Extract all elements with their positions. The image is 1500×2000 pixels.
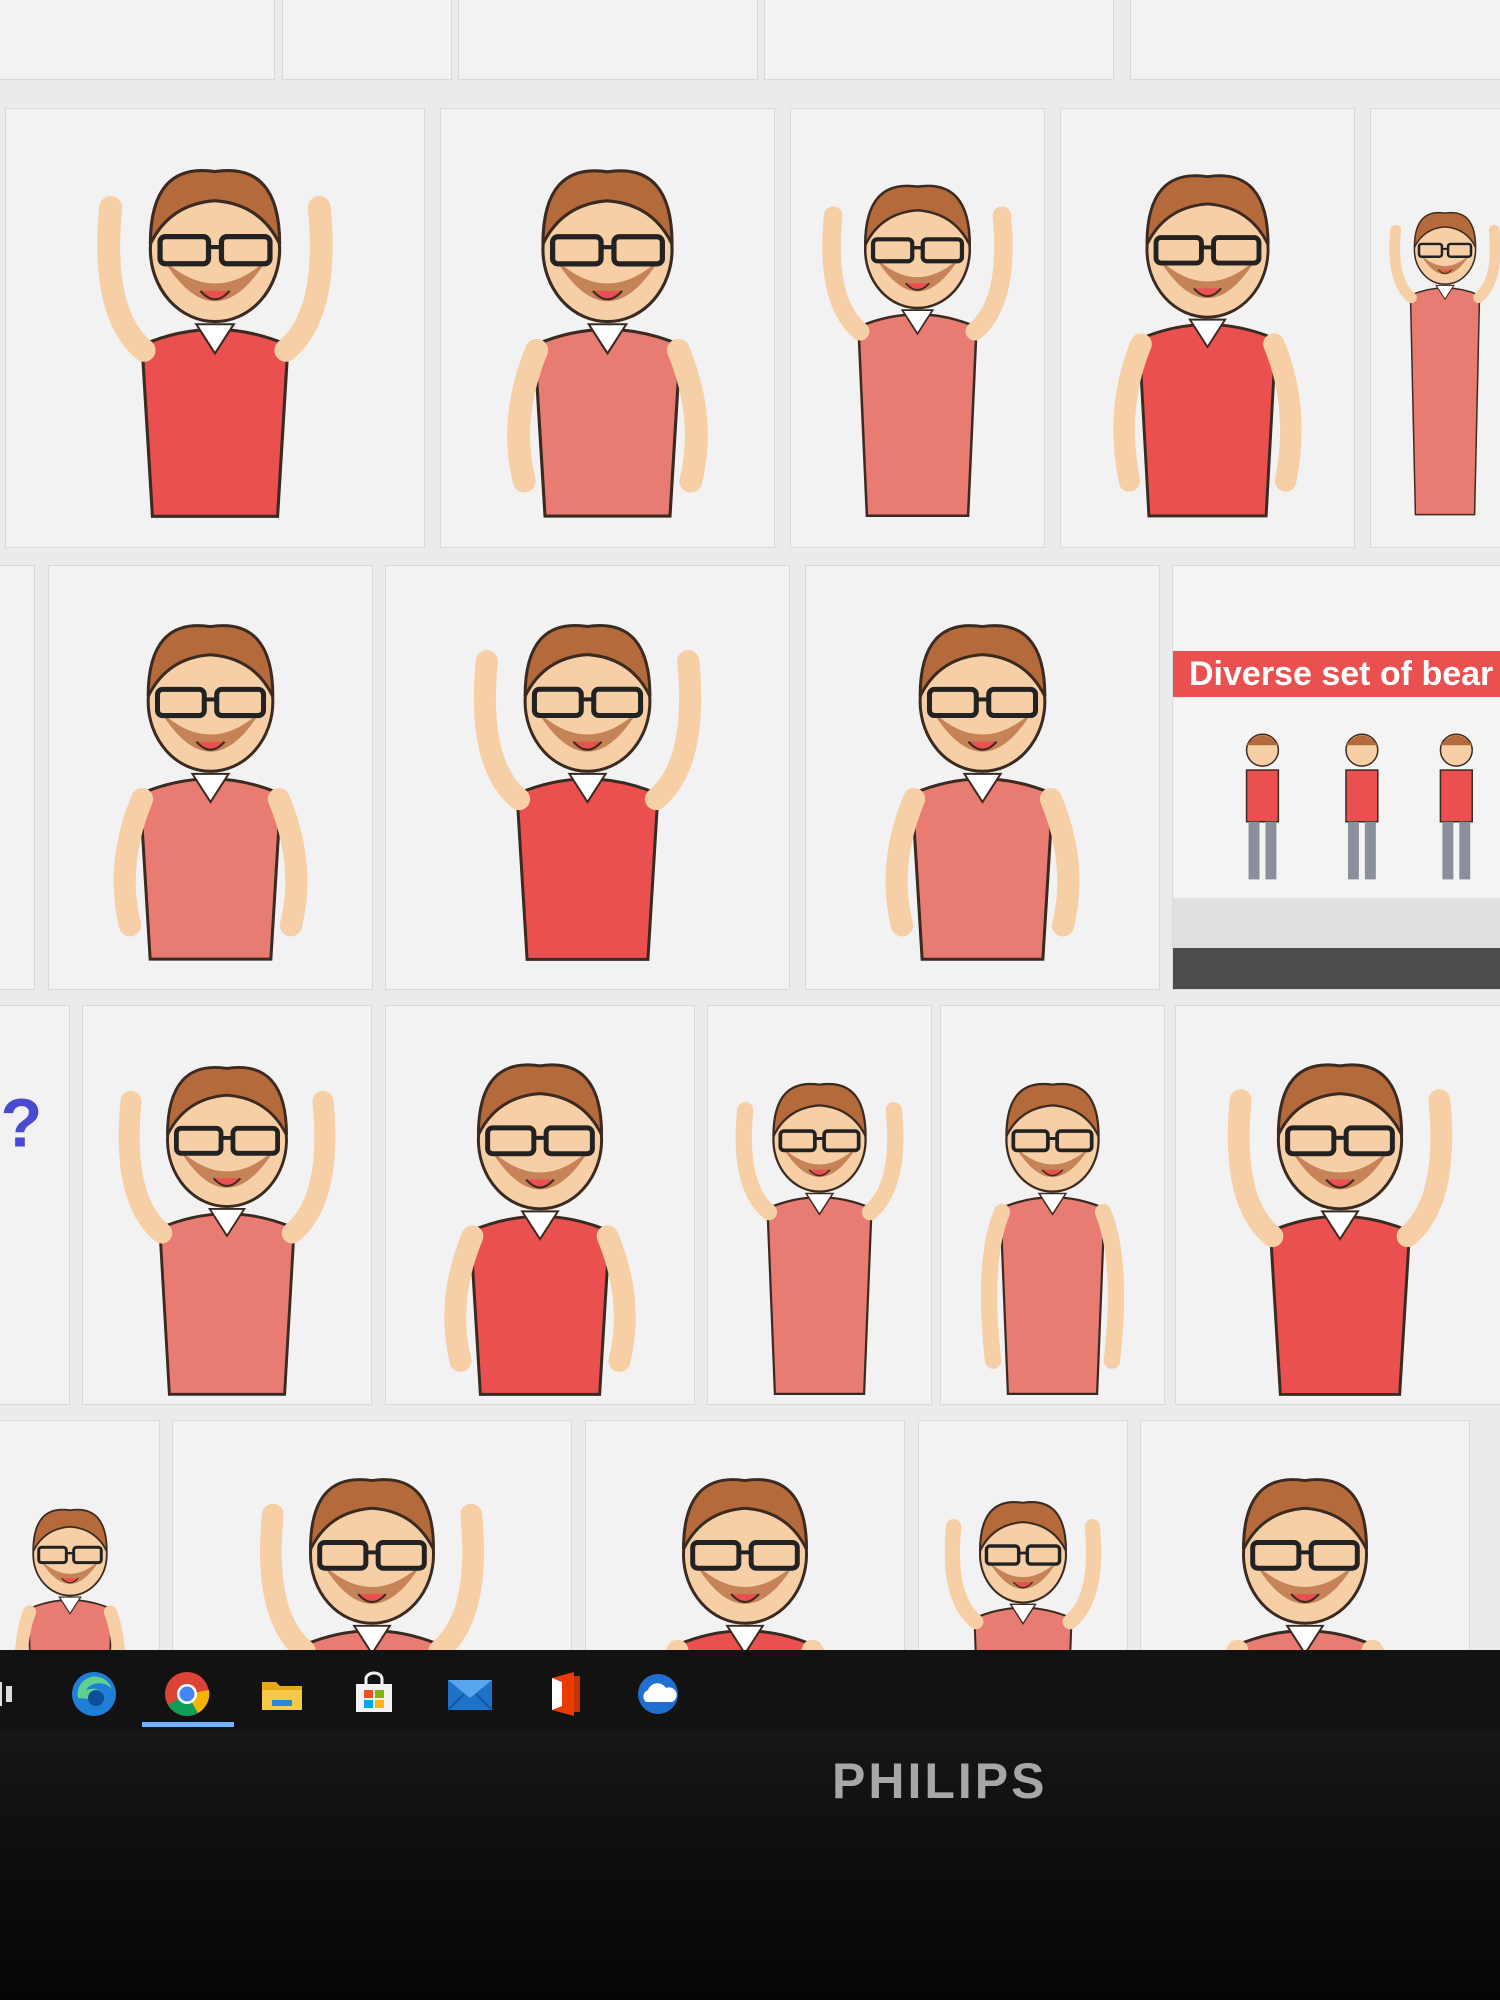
character-illustration: [944, 1501, 1102, 1650]
sticker-running-thumbnail[interactable]: [707, 1005, 932, 1405]
sticker-cheer-thumbnail[interactable]: [1175, 1005, 1500, 1405]
character-illustration: [118, 1066, 336, 1396]
file-explorer-icon[interactable]: [250, 1664, 314, 1724]
sticker-thumbnail[interactable]: [1130, 0, 1500, 80]
character-illustration: [885, 624, 1080, 961]
onedrive-icon[interactable]: [626, 1664, 690, 1724]
character-illustration: [1389, 211, 1500, 516]
character-illustration: [507, 169, 708, 518]
character-illustration: [14, 1508, 126, 1650]
monitor-bezel: [0, 1730, 1500, 2000]
preview-figure: [1345, 733, 1379, 880]
sticker-thumbnail[interactable]: [764, 0, 1114, 80]
sticker-grin-thumbnail[interactable]: [1140, 1420, 1470, 1650]
sticker-smile-thumbnail[interactable]: [585, 1420, 905, 1650]
sticker-thumbnail[interactable]: [458, 0, 758, 80]
task-view-icon[interactable]: [0, 1664, 34, 1724]
chrome-icon[interactable]: [155, 1664, 219, 1724]
sticker-thumbnail[interactable]: [0, 0, 275, 80]
sticker-document-thumbnail[interactable]: [1060, 108, 1355, 548]
store-icon[interactable]: [342, 1664, 406, 1724]
sticker-worried-thumbnail[interactable]: [918, 1420, 1128, 1650]
sticker-question-thumbnail[interactable]: ?: [0, 1005, 70, 1405]
sticker-checkmark-thumbnail[interactable]: [805, 565, 1160, 990]
preview-thumbnail[interactable]: Diverse set of bear: [1172, 565, 1500, 990]
mail-icon[interactable]: [438, 1664, 502, 1724]
character-illustration: [980, 1082, 1125, 1396]
preview-figures: [1245, 733, 1473, 880]
active-app-indicator: [142, 1722, 234, 1727]
sticker-wave-thumbnail[interactable]: [1370, 108, 1500, 548]
preview-figure: [1439, 733, 1473, 880]
taskbar: [0, 1650, 1500, 1730]
sticker-idea-thumbnail[interactable]: [385, 1005, 695, 1405]
sticker-medicine-thumbnail[interactable]: [385, 565, 790, 990]
browser-content: Diverse set of bear ?: [0, 0, 1500, 1650]
character-illustration: [666, 1478, 824, 1650]
character-illustration: [735, 1082, 904, 1396]
sticker-thinking-thumbnail[interactable]: [0, 1420, 160, 1650]
sticker-wink-thumbnail[interactable]: [172, 1420, 572, 1650]
character-illustration: [260, 1478, 484, 1650]
preview-figure: [1245, 733, 1280, 880]
character-illustration: [822, 184, 1013, 517]
sticker-thumbnail[interactable]: [282, 0, 452, 80]
sticker-writing-thumbnail[interactable]: [48, 565, 373, 990]
sticker-pills-thumbnail[interactable]: [5, 108, 425, 548]
character-illustration: [1227, 1063, 1453, 1396]
edge-icon[interactable]: [62, 1664, 126, 1724]
office-icon[interactable]: [532, 1664, 596, 1724]
character-illustration: [1226, 1478, 1384, 1650]
sticker-standing-thumbnail[interactable]: [790, 108, 1045, 548]
svg-text:?: ?: [1, 1084, 43, 1161]
sticker-phone-thumbnail[interactable]: [940, 1005, 1165, 1405]
character-illustration: [113, 624, 308, 961]
character-illustration: [97, 169, 333, 518]
character-illustration: [444, 1063, 636, 1396]
monitor-brand-logo: PHILIPS: [832, 1753, 1048, 1809]
sticker-flex-thumbnail[interactable]: [440, 108, 775, 548]
character-illustration: [1113, 174, 1302, 518]
character-illustration: [473, 624, 702, 961]
sticker-eating-thumbnail[interactable]: [82, 1005, 372, 1405]
sticker-thumbnail[interactable]: [0, 565, 35, 990]
